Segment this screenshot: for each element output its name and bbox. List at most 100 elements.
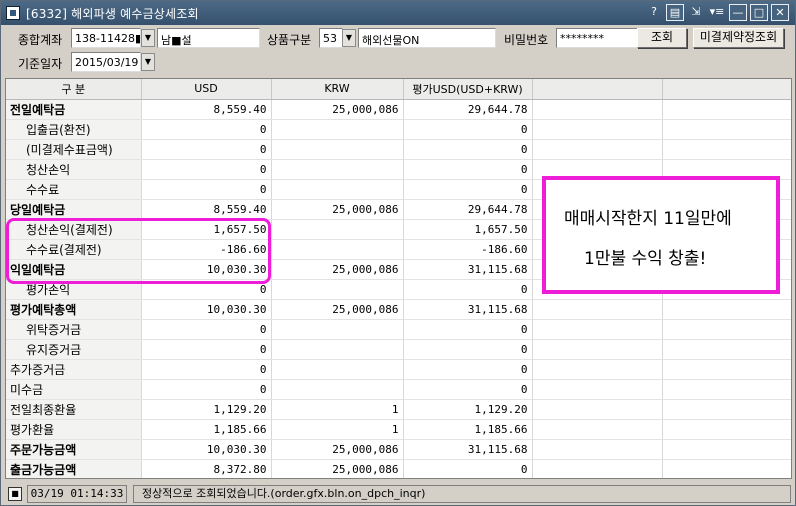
layout-icon[interactable]: ▤: [666, 4, 684, 21]
filter-row-2: 기준일자 2015/03/19 ▼: [1, 50, 795, 74]
empty-cell: [532, 139, 663, 160]
table-row[interactable]: 미수금 0 0: [6, 379, 791, 400]
link-icon[interactable]: ⇲: [687, 4, 705, 21]
close-icon[interactable]: ✕: [771, 4, 789, 21]
column-header-krw[interactable]: KRW: [271, 79, 404, 100]
usd-cell: 10,030.30: [141, 299, 272, 320]
search-button[interactable]: 조회: [637, 28, 687, 48]
row-label: 평가환율: [6, 419, 142, 440]
row-label: 출금가능금액: [6, 459, 142, 478]
table-row[interactable]: 추가증거금 0 0: [6, 359, 791, 380]
account-number-field[interactable]: 138-11428■: [71, 28, 141, 48]
row-label: 당일예탁금: [6, 199, 142, 220]
table-row[interactable]: 평가환율 1,185.66 1 1,185.66: [6, 419, 791, 440]
empty-cell: [532, 359, 663, 380]
eval-usd-cell: 31,115.68: [403, 299, 533, 320]
row-label: 수수료: [6, 179, 142, 200]
account-label: 종합계좌: [18, 33, 63, 47]
date-dropdown-icon[interactable]: ▼: [141, 53, 155, 71]
unsettled-contracts-button[interactable]: 미결제약정조회: [693, 28, 784, 48]
empty-cell: [662, 459, 791, 478]
krw-cell: 1: [271, 419, 404, 440]
krw-cell: [271, 219, 404, 240]
krw-cell: [271, 379, 404, 400]
row-label: 입출금(환전): [6, 119, 142, 140]
callout-line-1: 매매시작한지 11일만에: [564, 209, 732, 229]
usd-cell: 0: [141, 119, 272, 140]
krw-cell: [271, 319, 404, 340]
password-label: 비밀번호: [504, 33, 549, 47]
table-row[interactable]: (미결제수표금액) 0 0: [6, 139, 791, 160]
product-code-field[interactable]: 53: [319, 28, 343, 48]
password-field[interactable]: ********: [556, 28, 638, 48]
krw-cell: 25,000,086: [271, 299, 404, 320]
status-icon[interactable]: ■: [8, 487, 22, 501]
krw-cell: 25,000,086: [271, 259, 404, 280]
table-row[interactable]: 주문가능금액 10,030.30 25,000,086 31,115.68: [6, 439, 791, 460]
status-message: 정상적으로 조회되었습니다.(order.gfx.bln.on_dpch_inq…: [133, 485, 791, 503]
table-row[interactable]: 전일최종환율 1,129.20 1 1,129.20: [6, 399, 791, 420]
row-label: 주문가능금액: [6, 439, 142, 460]
krw-cell: 25,000,086: [271, 99, 404, 120]
column-header-category[interactable]: 구 분: [6, 79, 142, 100]
krw-cell: [271, 339, 404, 360]
eval-usd-cell: 0: [403, 339, 533, 360]
eval-usd-cell: 31,115.68: [403, 439, 533, 460]
column-header-empty-2: [662, 79, 791, 100]
status-bar: ■ 03/19 01:14:33 정상적으로 조회되었습니다.(order.gf…: [1, 483, 795, 505]
usd-cell: 8,559.40: [141, 99, 272, 120]
column-header-usd[interactable]: USD: [141, 79, 272, 100]
window-title: [6332] 해외파생 예수금상세조회: [26, 6, 199, 21]
krw-cell: 25,000,086: [271, 459, 404, 478]
table-header-row: 구 분 USD KRW 평가USD(USD+KRW): [6, 79, 791, 100]
table-row[interactable]: 평가예탁총액 10,030.30 25,000,086 31,115.68: [6, 299, 791, 320]
krw-cell: 25,000,086: [271, 439, 404, 460]
empty-cell: [532, 399, 663, 420]
empty-cell: [662, 139, 791, 160]
window-controls: ? ▤ ⇲ ▾≡ — □ ✕: [645, 4, 789, 21]
krw-cell: [271, 279, 404, 300]
product-dropdown-icon[interactable]: ▼: [342, 29, 356, 47]
table-row[interactable]: 출금가능금액 8,372.80 25,000,086 0: [6, 459, 791, 478]
usd-cell: 0: [141, 159, 272, 180]
usd-cell: 10,030.30: [141, 439, 272, 460]
menu-icon[interactable]: ▾≡: [708, 4, 726, 21]
product-name-field[interactable]: 해외선물ON: [358, 28, 496, 48]
usd-cell: 8,372.80: [141, 459, 272, 478]
usd-cell: 0: [141, 179, 272, 200]
product-type-label: 상품구분: [267, 33, 312, 47]
krw-cell: 1: [271, 399, 404, 420]
table-row[interactable]: 유지증거금 0 0: [6, 339, 791, 360]
eval-usd-cell: 0: [403, 179, 533, 200]
usd-cell: 1,129.20: [141, 399, 272, 420]
usd-cell: 1,185.66: [141, 419, 272, 440]
empty-cell: [532, 319, 663, 340]
date-field[interactable]: 2015/03/19: [71, 52, 141, 72]
eval-usd-cell: 1,657.50: [403, 219, 533, 240]
row-label: 미수금: [6, 379, 142, 400]
minimize-icon[interactable]: —: [729, 4, 747, 21]
filter-row-1: 종합계좌 138-11428■ ▼ 남■설 상품구분 53 ▼ 해외선물ON 비…: [1, 26, 795, 50]
krw-cell: [271, 119, 404, 140]
usd-cell: 0: [141, 139, 272, 160]
column-header-eval-usd[interactable]: 평가USD(USD+KRW): [403, 79, 533, 100]
usd-cell: 8,559.40: [141, 199, 272, 220]
table-row[interactable]: 입출금(환전) 0 0: [6, 119, 791, 140]
callout-line-2: 1만불 수익 창출!: [584, 249, 707, 269]
eval-usd-cell: 29,644.78: [403, 199, 533, 220]
row-label: 평가예탁총액: [6, 299, 142, 320]
eval-usd-cell: 0: [403, 119, 533, 140]
account-dropdown-icon[interactable]: ▼: [141, 29, 155, 47]
account-name-field[interactable]: 남■설: [157, 28, 260, 48]
usd-cell: 0: [141, 339, 272, 360]
table-row[interactable]: 위탁증거금 0 0: [6, 319, 791, 340]
maximize-icon[interactable]: □: [750, 4, 768, 21]
row-label: 추가증거금: [6, 359, 142, 380]
eval-usd-cell: 1,129.20: [403, 399, 533, 420]
empty-cell: [532, 119, 663, 140]
eval-usd-cell: 0: [403, 139, 533, 160]
help-icon[interactable]: ?: [645, 4, 663, 21]
empty-cell: [662, 339, 791, 360]
eval-usd-cell: 31,115.68: [403, 259, 533, 280]
table-row[interactable]: 전일예탁금 8,559.40 25,000,086 29,644.78: [6, 99, 791, 120]
